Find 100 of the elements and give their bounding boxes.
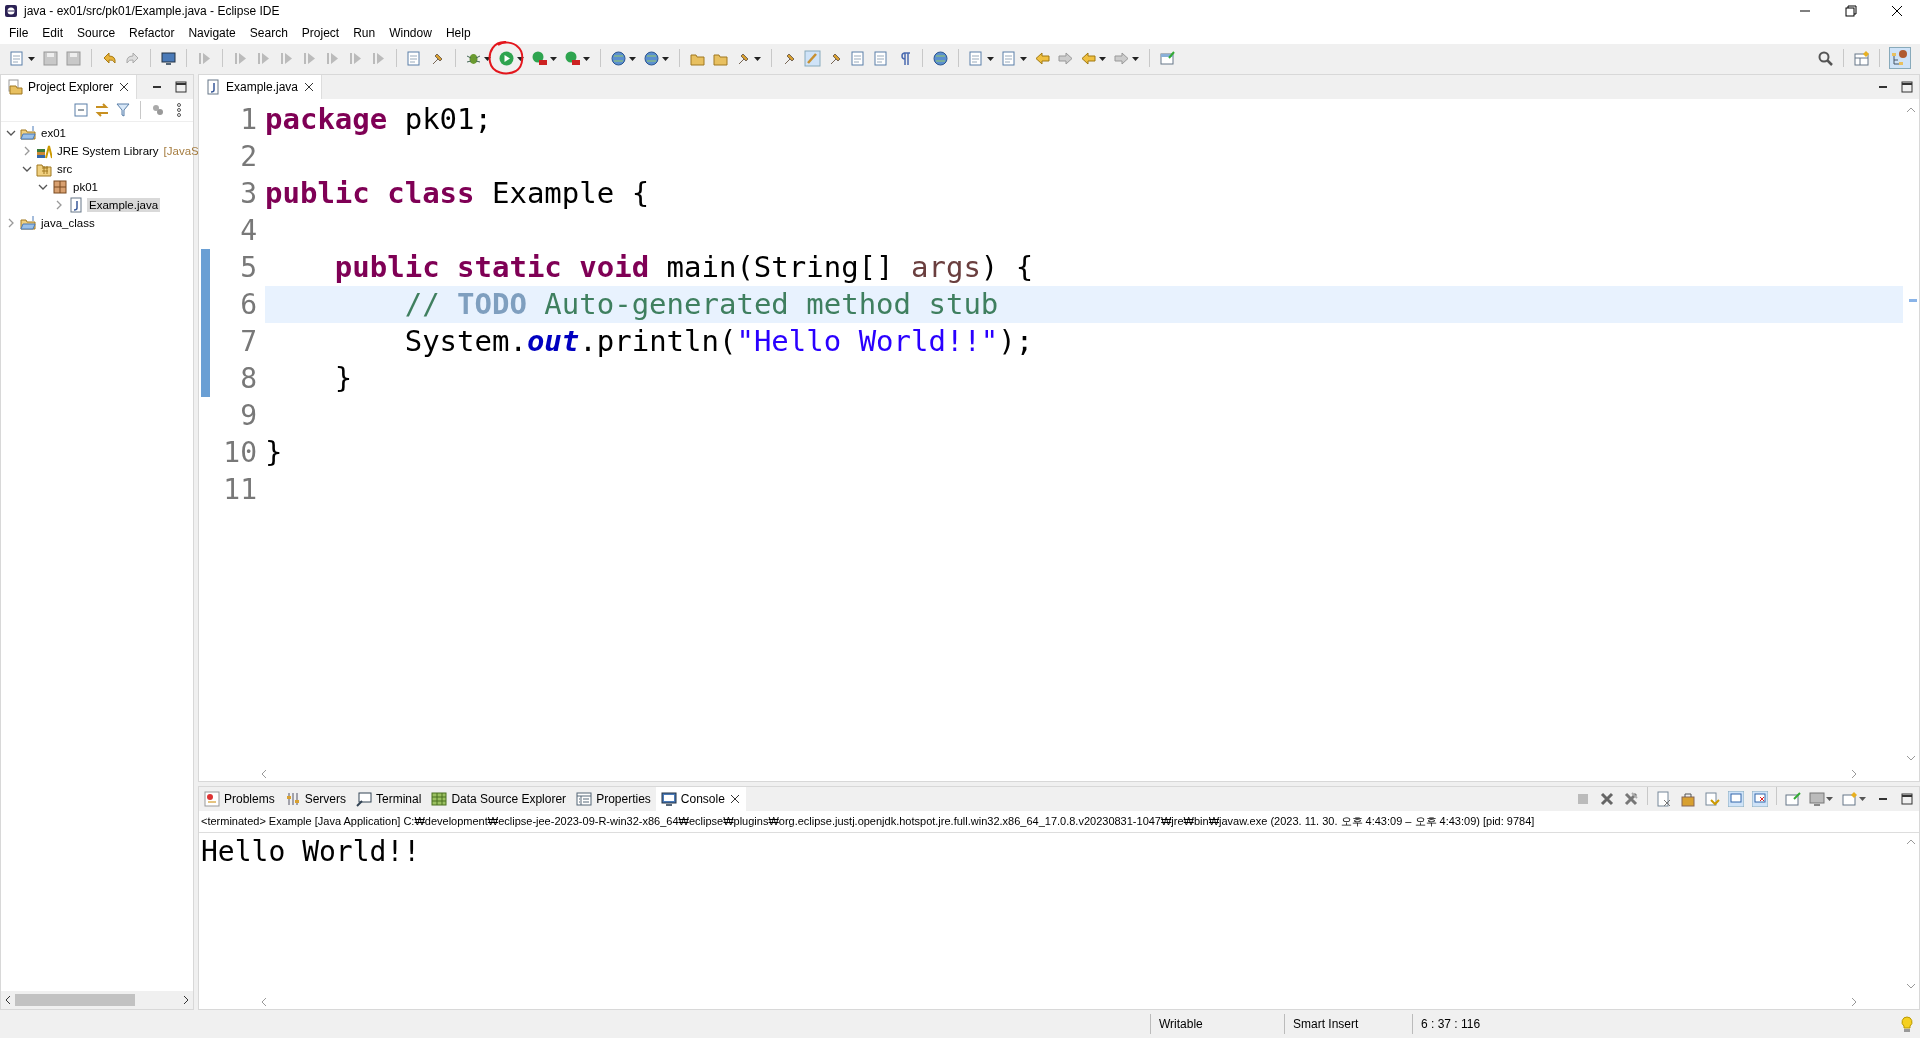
brush-icon[interactable] [804,49,821,67]
menu-item[interactable]: Help [438,24,478,42]
menu-item[interactable]: File [2,24,36,42]
console-output: Hello World!! [200,834,422,870]
tree-item[interactable]: ex01 [39,126,68,140]
code-line: System.out.println("Hello World!!"); [403,324,1034,358]
perspective-icon[interactable] [1853,49,1870,67]
collapse-all-icon[interactable] [73,102,89,118]
problems-tab[interactable]: Problems [199,787,280,811]
document-icon[interactable] [850,49,867,67]
code-line: public class Example { [265,176,650,210]
package-icon [52,179,68,195]
scrollbar-thumb[interactable] [15,994,135,1006]
sliders-icon [284,791,301,807]
pin-console-icon[interactable] [1785,791,1801,807]
globe-icon[interactable] [932,49,949,67]
globe-icon[interactable] [643,49,660,67]
editor-tab[interactable]: Example.java [199,75,323,99]
source-folder-icon [36,161,52,177]
menu-item[interactable]: Edit [35,24,71,42]
error-output-icon[interactable] [1752,791,1768,807]
lightbulb-icon[interactable] [1900,1015,1914,1033]
menu-item[interactable]: Source [70,24,123,42]
code-line: // TODO Auto-generated method stub [403,287,999,321]
document-icon[interactable] [406,49,423,67]
problems-icon [204,791,220,807]
menu-item[interactable]: Search [242,24,295,42]
servers-tab[interactable]: Servers [279,787,352,811]
scroll-down-icon[interactable] [1905,753,1917,763]
menu-item[interactable]: Navigate [181,24,243,42]
word-wrap-icon[interactable] [1704,791,1720,807]
scroll-down-icon[interactable] [1905,981,1917,991]
filter-icon[interactable] [115,102,131,118]
close-icon[interactable] [303,81,316,93]
document-icon[interactable] [873,49,890,67]
code-line: public static void main(String[] args) { [333,250,1034,284]
status-field: Writable [1150,1014,1284,1034]
tree-item[interactable]: Example.java [87,198,161,212]
maximize-icon[interactable] [1899,79,1915,95]
menu-item[interactable]: Run [346,24,383,42]
line-number: 6 [239,287,257,323]
window-icon[interactable] [1159,49,1176,67]
stop-icon[interactable] [1575,791,1591,807]
maximize-icon[interactable] [173,79,189,95]
remove-icon[interactable] [1599,791,1615,807]
search-icon[interactable] [1817,49,1834,67]
code-line: } [265,435,283,469]
run-icon[interactable] [564,49,581,67]
console-tab[interactable]: Console [655,787,746,811]
remove-all-icon[interactable] [1623,791,1639,807]
code-editor[interactable]: package pk01; public class Example { public static void main(String[] args) { // TODO Auto-generated method stub System.out.println("Hello World!!"); } } [265,101,1903,767]
terminal-tab[interactable]: Terminal [351,787,427,811]
clear-icon[interactable] [1656,791,1672,807]
properties-tab[interactable]: Properties [571,787,656,811]
monitor-icon[interactable] [160,49,177,67]
scroll-up-icon[interactable] [1905,837,1917,847]
line-number: 2 [239,139,257,175]
java-file-icon [205,79,221,95]
data-source-tab[interactable]: Data Source Explorer [426,787,572,811]
tree-item[interactable]: src [55,162,75,176]
tree-item[interactable]: JRE System Library [55,144,161,158]
circles-icon[interactable] [150,102,166,118]
line-number: 1 [239,102,257,138]
folder-icon [7,79,23,95]
save-icon[interactable] [42,49,59,67]
map-icon [431,791,448,807]
globe-icon[interactable] [610,49,627,67]
code-line: package pk01; [265,102,492,136]
monitor-icon [660,791,677,807]
link-icon[interactable] [94,102,110,118]
code-line: } [333,361,353,395]
run-icon[interactable] [531,49,548,67]
back-icon[interactable] [1034,49,1051,67]
tree-item[interactable]: pk01 [71,180,100,194]
line-number: 3 [239,176,257,212]
line-number: 9 [239,398,257,434]
lock-icon[interactable] [1680,791,1696,807]
tree-item[interactable]: java_class [39,216,97,230]
line-number: 7 [239,324,257,360]
menu-item[interactable]: Refactor [122,24,182,42]
menu-item[interactable]: Project [294,24,347,42]
display-console-icon[interactable] [1809,791,1825,807]
project-folder-icon [20,215,36,231]
maximize-icon[interactable] [1899,791,1915,807]
menu-item[interactable]: Window [382,24,439,42]
java-file-icon [68,197,84,213]
close-icon[interactable] [728,793,741,805]
hierarchy-icon[interactable] [1889,47,1911,69]
console-process-label: <terminated> Example [Java Application] C:₩development₩eclipse-jee-2023-09-R-win32-x86_64₩eclipse₩plugins₩org.eclipse.justj.openjdk.hotspot.jre.full.win32.x86_64_17.0.8.v20230831-1047₩jre₩bin₩javaw.exe (2023. 11. 30. 오후 4:43:09 – 오후 4:43:09) [pid: 9784] [199,811,1919,833]
status-field: 6 : 37 : 116 [1412,1014,1530,1034]
table-icon [576,791,593,807]
books-icon [36,143,52,159]
output-icon[interactable] [1728,791,1744,807]
line-number: 8 [239,361,257,397]
terminal-icon [356,791,373,807]
save-icon[interactable] [65,49,82,67]
explorer-tab[interactable]: Project Explorer [1,75,138,99]
eclipse-logo-icon [4,4,18,18]
close-icon[interactable] [118,81,131,93]
scroll-up-icon[interactable] [1905,105,1917,115]
